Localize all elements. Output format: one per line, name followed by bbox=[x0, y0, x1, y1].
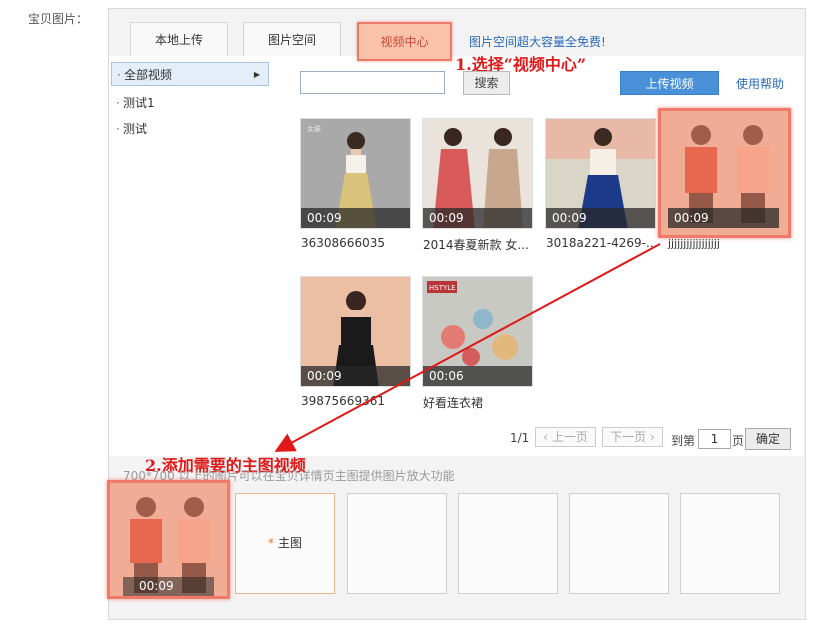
image-slot[interactable] bbox=[680, 493, 780, 594]
main-image-slot[interactable]: * 主图 bbox=[235, 493, 335, 594]
video-duration: 00:09 bbox=[123, 577, 214, 596]
image-slot[interactable] bbox=[569, 493, 669, 594]
main-image-label: 主图 bbox=[277, 536, 302, 550]
image-slot[interactable] bbox=[458, 493, 558, 594]
main-video-slot[interactable]: 00:09 bbox=[107, 480, 230, 599]
image-slot[interactable] bbox=[347, 493, 447, 594]
required-star: * bbox=[267, 536, 274, 550]
